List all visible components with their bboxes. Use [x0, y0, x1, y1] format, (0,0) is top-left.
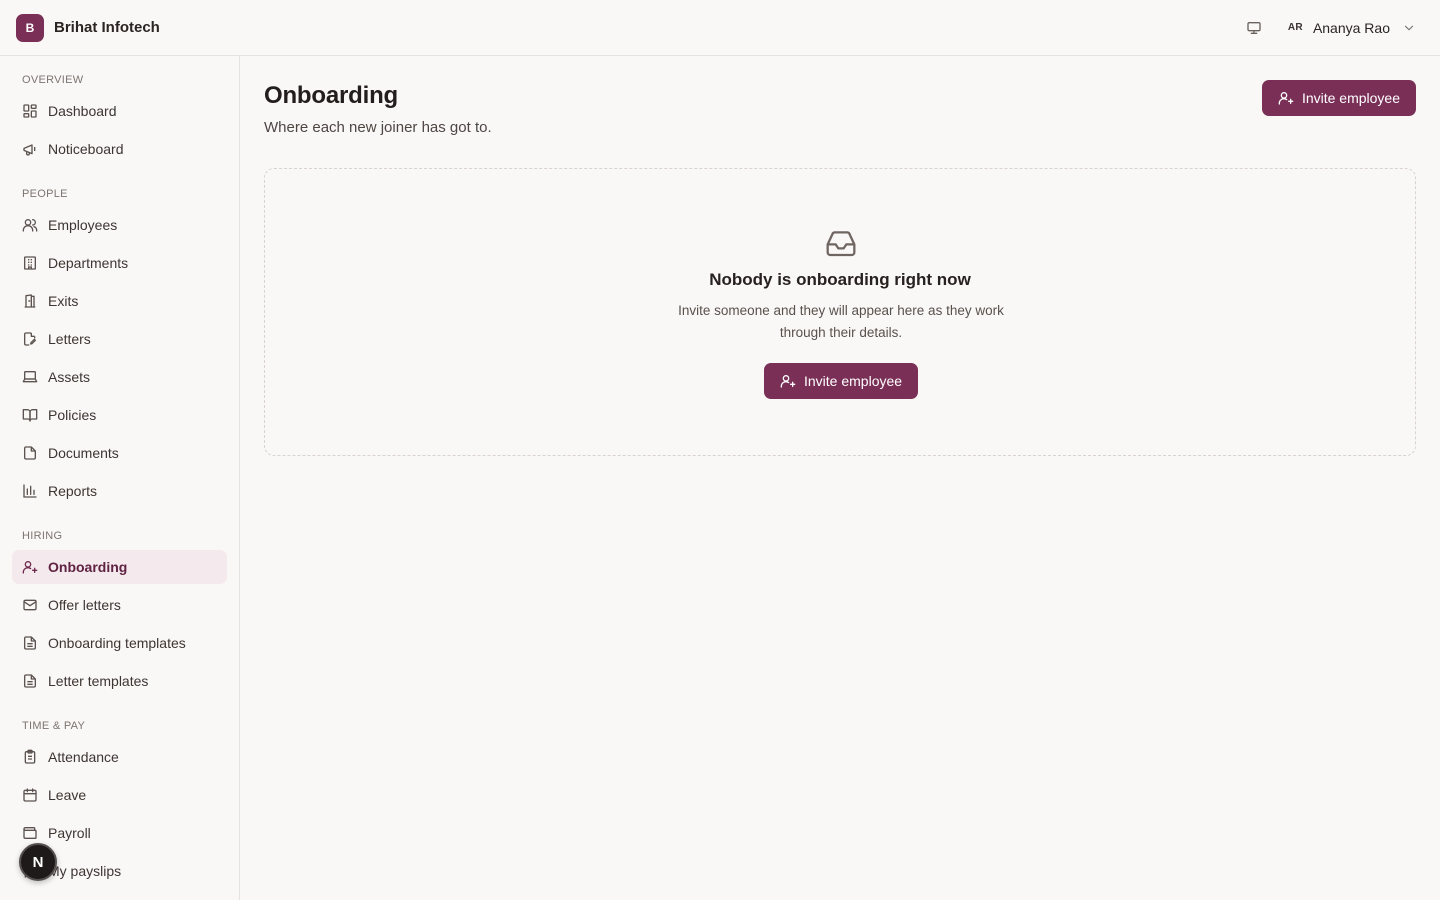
sidebar-item-dashboard[interactable]: Dashboard: [12, 94, 227, 128]
sidebar-item-attendance[interactable]: Attendance: [12, 740, 227, 774]
users-icon: [22, 217, 38, 233]
sidebar-item-label: Departments: [48, 255, 129, 271]
user-plus-icon: [780, 373, 796, 389]
chevron-down-icon: [1402, 21, 1416, 35]
sidebar-item-label: Leave: [48, 787, 87, 803]
assistant-fab[interactable]: N: [19, 843, 57, 881]
sidebar-item-onboarding[interactable]: Onboarding: [12, 550, 227, 584]
sidebar-item-label: Onboarding templates: [48, 635, 186, 651]
mail-icon: [22, 597, 38, 613]
user-name: Ananya Rao: [1312, 19, 1390, 36]
invite-employee-button[interactable]: Invite employee: [1261, 80, 1416, 116]
sidebar-item-onboarding-templates[interactable]: Onboarding templates: [12, 626, 227, 660]
sidebar-item-label: Noticeboard: [48, 141, 124, 157]
sidebar-item-offer-letters[interactable]: Offer letters: [12, 588, 227, 622]
file-text-icon: [22, 635, 38, 651]
megaphone-icon: [22, 141, 38, 157]
sidebar-item-label: Dashboard: [48, 103, 117, 119]
sidebar-item-label: Offer letters: [48, 597, 121, 613]
sidebar-item-label: Employees: [48, 217, 118, 233]
sidebar-item-label: Assets: [48, 369, 91, 385]
sidebar: OVERVIEW Dashboard Noticeboard PEOPLE Em…: [0, 56, 240, 900]
sidebar-item-label: Documents: [48, 445, 119, 461]
user-plus-icon: [22, 559, 38, 575]
laptop-icon: [22, 369, 38, 385]
monitor-icon[interactable]: [1242, 16, 1266, 40]
sidebar-item-noticeboard[interactable]: Noticeboard: [12, 132, 227, 166]
sidebar-item-policies[interactable]: Policies: [12, 398, 227, 432]
user-plus-icon: [1278, 90, 1294, 106]
inbox-icon: [825, 227, 857, 264]
book-icon: [22, 407, 38, 423]
document-icon: [22, 445, 38, 461]
page-title: Onboarding: [264, 82, 398, 109]
sidebar-item-label: Exits: [48, 293, 79, 309]
sidebar-item-assets[interactable]: Assets: [12, 360, 227, 394]
sidebar-item-label: My payslips: [48, 863, 122, 879]
sidebar-item-label: Attendance: [48, 749, 119, 765]
building-icon: [22, 255, 38, 271]
section-label-people: PEOPLE: [22, 188, 68, 200]
clipboard-icon: [22, 749, 38, 765]
dashboard-icon: [22, 103, 38, 119]
sidebar-item-label: Reports: [48, 483, 98, 499]
bar-chart-icon: [22, 483, 38, 499]
brand-name: Brihat Infotech: [54, 19, 160, 36]
empty-state-invite-button[interactable]: Invite employee: [764, 363, 919, 399]
sidebar-item-leave[interactable]: Leave: [12, 778, 227, 812]
section-label-overview: OVERVIEW: [22, 74, 84, 86]
empty-state-text: Invite someone and they will appear here…: [678, 303, 1004, 340]
empty-state-title: Nobody is onboarding right now: [709, 270, 971, 289]
file-edit-icon: [22, 331, 38, 347]
calendar-icon: [22, 787, 38, 803]
sidebar-item-letter-templates[interactable]: Letter templates: [12, 664, 227, 698]
page-subtitle: Where each new joiner has got to.: [264, 119, 492, 136]
sidebar-item-label: Policies: [48, 407, 97, 423]
sidebar-item-departments[interactable]: Departments: [12, 246, 227, 280]
brand[interactable]: B Brihat Infotech: [16, 13, 160, 42]
avatar: AR: [1287, 22, 1303, 33]
sidebar-item-label: Letter templates: [48, 673, 149, 689]
door-icon: [22, 293, 38, 309]
sidebar-item-reports[interactable]: Reports: [12, 474, 227, 508]
sidebar-item-employees[interactable]: Employees: [12, 208, 227, 242]
section-label-hiring: HIRING: [22, 530, 63, 542]
wallet-icon: [22, 825, 38, 841]
section-label-time-pay: TIME & PAY: [22, 720, 86, 732]
invite-employee-label: Invite employee: [804, 373, 903, 389]
file-text-icon: [22, 673, 38, 689]
user-menu[interactable]: AR Ananya Rao: [1280, 20, 1416, 36]
sidebar-item-label: Onboarding: [48, 559, 128, 575]
brand-logo: B: [16, 13, 44, 42]
empty-state-card: Nobody is onboarding right now Invite so…: [264, 168, 1416, 456]
sidebar-item-letters[interactable]: Letters: [12, 322, 227, 356]
sidebar-item-label: Payroll: [48, 825, 91, 841]
top-bar: B Brihat Infotech AR Ananya Rao: [0, 0, 1440, 56]
invite-employee-label: Invite employee: [1301, 90, 1400, 106]
sidebar-item-exits[interactable]: Exits: [12, 284, 227, 318]
sidebar-item-documents[interactable]: Documents: [12, 436, 227, 470]
sidebar-item-label: Letters: [48, 331, 91, 347]
